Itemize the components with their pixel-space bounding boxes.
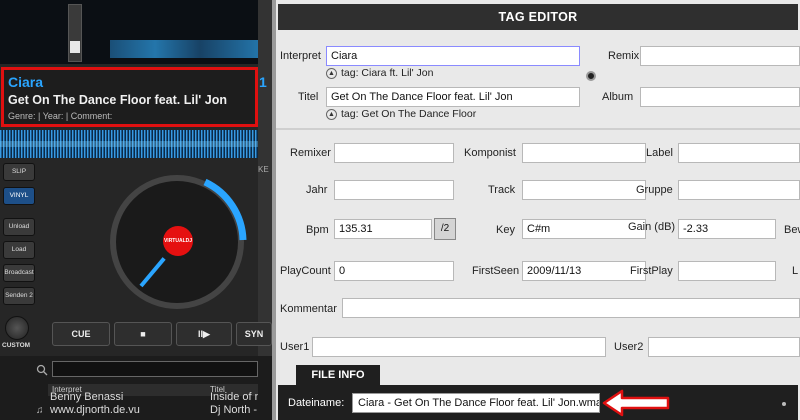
top-waveform — [0, 0, 272, 64]
interpret-tag-hint-text: tag: Ciara ft. Lil' Jon — [341, 67, 434, 79]
user2-label: User2 — [614, 341, 644, 353]
arrow-up-icon: ▲ — [326, 67, 337, 79]
label-label: Label — [646, 147, 673, 159]
track-field[interactable] — [522, 180, 646, 200]
jahr-field[interactable] — [334, 180, 454, 200]
pitch-slider[interactable] — [68, 4, 82, 62]
jahr-label: Jahr — [306, 184, 328, 196]
waveform-overview — [110, 40, 260, 58]
titel-label: Titel — [298, 91, 319, 103]
senden-2-button[interactable]: Senden 2 — [3, 287, 35, 305]
bew-label: Bew — [784, 224, 800, 236]
file-browser: Interpret Titel Benny Benassi Inside of … — [0, 356, 272, 420]
user1-field[interactable] — [312, 337, 606, 357]
pitch-slider-handle[interactable] — [70, 41, 80, 53]
red-arrow-annotation-icon — [602, 389, 670, 417]
stop-button[interactable]: ■ — [114, 322, 172, 346]
label-field[interactable] — [678, 143, 800, 163]
bpm-half-button[interactable]: /2 — [434, 218, 456, 240]
firstplay-field[interactable] — [678, 261, 776, 281]
track-label: Track — [488, 184, 516, 196]
vinyl-button[interactable]: VINYL — [3, 187, 35, 205]
key-label: KE — [258, 165, 269, 174]
play-pause-button[interactable]: II▶ — [176, 322, 232, 346]
user1-label: User1 — [280, 341, 310, 353]
kommentar-field[interactable] — [342, 298, 800, 318]
playcount-label: PlayCount — [280, 265, 331, 277]
firstplay-label: FirstPlay — [630, 265, 673, 277]
unload-button[interactable]: Unload — [3, 218, 35, 236]
load-button[interactable]: Load — [3, 241, 35, 259]
track-info-box: Ciara Get On The Dance Floor feat. Lil' … — [1, 67, 258, 127]
deck-title: Get On The Dance Floor feat. Lil' Jon — [8, 93, 227, 107]
browser-row[interactable]: Benny Benassi Inside of me — [36, 391, 258, 405]
remixer-field[interactable] — [334, 143, 454, 163]
gruppe-field[interactable] — [678, 180, 800, 200]
remix-label: Remix — [608, 50, 640, 62]
tag-toggle-radio[interactable] — [586, 71, 596, 81]
custom-knob[interactable] — [5, 316, 29, 340]
titel-tag-hint[interactable]: ▲ tag: Get On The Dance Floor — [326, 108, 476, 120]
filename-label: Dateiname: — [288, 397, 345, 409]
broadcast-button[interactable]: Broadcast — [3, 264, 35, 282]
dj-deck-panel: 1 KE Ciara Get On The Dance Floor feat. … — [0, 0, 272, 420]
slip-button[interactable]: SLIP — [3, 163, 35, 181]
album-field[interactable] — [640, 87, 800, 107]
file-info-tab[interactable]: FILE INFO — [296, 365, 380, 385]
kommentar-label: Kommentar — [280, 303, 337, 315]
gain-label: Gain (dB) — [628, 221, 676, 233]
platter-logo: VIRTUALDJ — [163, 226, 193, 256]
row-artist: Benny Benassi — [50, 391, 124, 403]
interpret-tag-hint[interactable]: ▲ tag: Ciara ft. Lil' Jon — [326, 67, 433, 79]
deck-number: 1 — [259, 74, 267, 90]
section-separator — [276, 128, 800, 130]
cue-button[interactable]: CUE — [52, 322, 110, 346]
gruppe-label: Gruppe — [636, 184, 673, 196]
music-note-icon: ♫ — [36, 405, 44, 416]
track-waveform[interactable] — [0, 130, 258, 158]
interpret-field[interactable]: Ciara — [326, 46, 580, 66]
user2-field[interactable] — [648, 337, 800, 357]
filename-field[interactable]: Ciara - Get On The Dance Floor feat. Lil… — [352, 393, 600, 413]
titel-tag-hint-text: tag: Get On The Dance Floor — [341, 108, 477, 120]
last-played-label: L — [792, 265, 799, 277]
row-title: Inside of me — [210, 391, 258, 403]
app-root: 1 KE Ciara Get On The Dance Floor feat. … — [0, 0, 800, 420]
bpm-label: Bpm — [306, 224, 329, 236]
tag-editor-panel: TAG EDITOR Interpret Ciara ▲ tag: Ciara f… — [276, 0, 800, 420]
deck-meta: Genre: | Year: | Comment: — [8, 111, 113, 121]
album-label: Album — [602, 91, 634, 103]
browser-row[interactable]: ♫ www.djnorth.de.vu Dj North - M — [36, 404, 258, 418]
remixer-label: Remixer — [290, 147, 331, 159]
row-title: Dj North - M — [210, 404, 258, 416]
search-icon[interactable] — [36, 363, 48, 381]
komponist-field[interactable] — [522, 143, 646, 163]
playcount-field[interactable]: 0 — [334, 261, 454, 281]
arrow-up-icon: ▲ — [326, 108, 337, 120]
key-label: Key — [496, 224, 515, 236]
titel-field[interactable]: Get On The Dance Floor feat. Lil' Jon — [326, 87, 580, 107]
remix-field[interactable] — [640, 46, 800, 66]
filename-options-dot[interactable] — [782, 402, 786, 406]
row-artist: www.djnorth.de.vu — [50, 404, 140, 416]
firstseen-label: FirstSeen — [472, 265, 520, 277]
interpret-label: Interpret — [280, 50, 321, 62]
komponist-label: Komponist — [464, 147, 516, 159]
bpm-field[interactable]: 135.31 — [334, 219, 432, 239]
gain-field[interactable]: -2.33 — [678, 219, 776, 239]
custom-label: CUSTOM — [2, 342, 31, 349]
tag-editor-header: TAG EDITOR — [278, 4, 798, 30]
deck-artist: Ciara — [8, 74, 44, 90]
browser-search-input[interactable] — [52, 361, 258, 377]
firstseen-field[interactable]: 2009/11/13 — [522, 261, 646, 281]
sync-button[interactable]: SYN — [236, 322, 272, 346]
